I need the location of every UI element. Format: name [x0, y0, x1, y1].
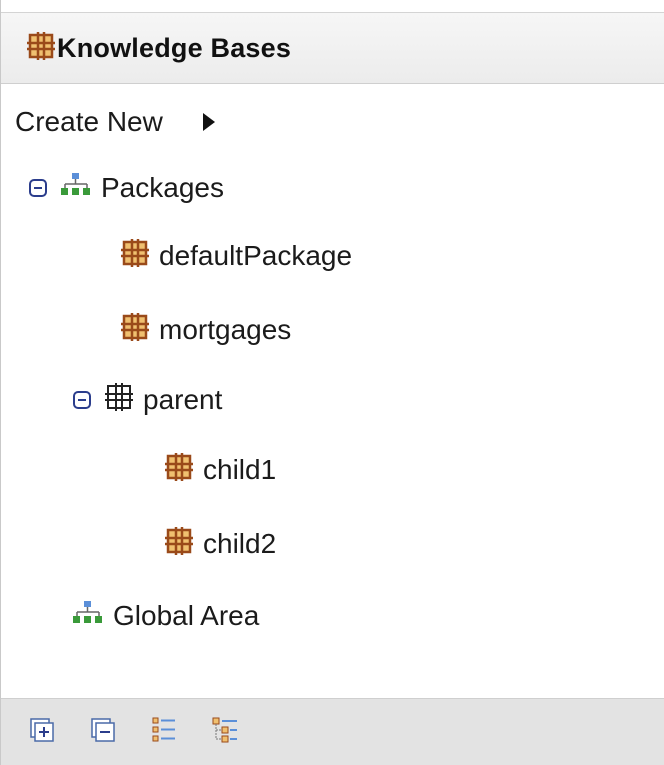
- panel-title: Knowledge Bases: [57, 32, 292, 63]
- create-new-menu[interactable]: Create New: [15, 102, 215, 142]
- tree-node-label: child2: [203, 528, 277, 559]
- package-icon: [121, 312, 149, 348]
- panel-toolbar: [1, 698, 664, 765]
- package-icon: [165, 526, 193, 562]
- expand-all-button[interactable]: [28, 717, 56, 747]
- tree-node-label: Global Area: [113, 600, 260, 631]
- flat-view-button[interactable]: [150, 717, 178, 748]
- panel-header: Knowledge Bases: [1, 12, 664, 84]
- tree-node-child2[interactable]: child2: [165, 524, 276, 564]
- collapse-toggle-icon[interactable]: [73, 391, 91, 409]
- package-icon: [165, 452, 193, 488]
- triangle-right-icon: [202, 113, 215, 131]
- hierarchical-view-icon: [212, 717, 238, 748]
- tree-node-parent[interactable]: parent: [73, 380, 222, 420]
- tree-node-label: child1: [203, 454, 277, 485]
- hierarchy-icon: [61, 172, 91, 204]
- package-icon: [27, 31, 55, 65]
- tree-node-label: parent: [143, 384, 223, 415]
- create-new-label: Create New: [15, 106, 163, 137]
- collapse-all-button[interactable]: [89, 717, 117, 747]
- package-icon: [121, 238, 149, 274]
- collapse-all-icon: [91, 717, 115, 747]
- package-outline-icon: [105, 382, 133, 418]
- tree-node-child1[interactable]: child1: [165, 450, 276, 490]
- knowledge-bases-panel: Knowledge Bases Create New Packages defa…: [0, 0, 664, 765]
- hierarchy-icon: [73, 600, 103, 632]
- flat-view-icon: [152, 717, 176, 748]
- hierarchical-view-button[interactable]: [211, 717, 239, 748]
- expand-all-icon: [30, 717, 54, 747]
- tree-node-label: defaultPackage: [159, 240, 353, 271]
- tree-node-global-area[interactable]: Global Area: [73, 596, 259, 636]
- tree-node-label: Packages: [101, 172, 224, 203]
- tree-node-packages[interactable]: Packages: [29, 168, 224, 208]
- tree-node-label: mortgages: [159, 314, 292, 345]
- collapse-toggle-icon[interactable]: [29, 179, 47, 197]
- tree-node-mortgages[interactable]: mortgages: [121, 310, 291, 350]
- tree-node-default-package[interactable]: defaultPackage: [121, 236, 352, 276]
